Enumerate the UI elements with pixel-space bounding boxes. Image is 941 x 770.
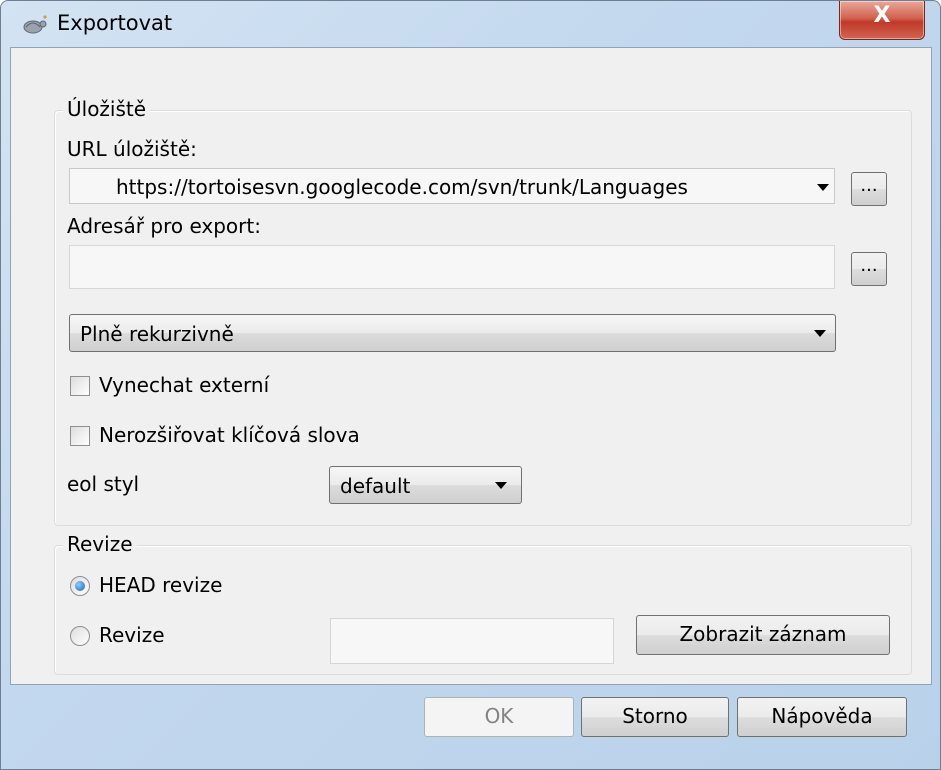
- url-value: https://tortoisesvn.googlecode.com/svn/t…: [116, 175, 688, 199]
- depth-value: Plně rekurzivně: [80, 322, 234, 346]
- window-title: Exportovat: [57, 11, 173, 35]
- close-icon: X: [873, 3, 891, 28]
- depth-dropdown[interactable]: Plně rekurzivně: [69, 314, 836, 352]
- export-dir-label: Adresář pro export:: [67, 214, 261, 238]
- url-combobox[interactable]: https://tortoisesvn.googlecode.com/svn/t…: [69, 168, 835, 204]
- browse-url-button[interactable]: ...: [851, 172, 887, 206]
- revision-group-label: Revize: [63, 532, 137, 556]
- export-dialog: Exportovat X Úložiště URL úložiště: http…: [0, 0, 941, 770]
- repository-group-label: Úložiště: [63, 97, 151, 121]
- omit-externals-checkbox[interactable]: [70, 376, 90, 396]
- dropdown-arrow-icon: [817, 184, 829, 191]
- browse-export-dir-button[interactable]: ...: [851, 252, 887, 286]
- eol-value: default: [340, 474, 411, 498]
- close-button[interactable]: X: [839, 1, 925, 40]
- cancel-button[interactable]: Storno: [581, 697, 729, 737]
- show-log-button[interactable]: Zobrazit záznam: [636, 615, 890, 655]
- ok-button[interactable]: OK: [424, 697, 574, 737]
- specific-revision-label[interactable]: Revize: [99, 623, 165, 647]
- head-revision-radio[interactable]: [70, 576, 90, 596]
- tortoise-icon: [23, 15, 47, 34]
- no-keywords-label[interactable]: Nerozšiřovat klíčová slova: [99, 423, 360, 447]
- dropdown-arrow-icon: [495, 482, 507, 489]
- title-bar[interactable]: Exportovat X: [1, 1, 940, 47]
- no-keywords-checkbox[interactable]: [70, 426, 90, 446]
- specific-revision-radio[interactable]: [70, 626, 90, 646]
- dialog-body: Úložiště URL úložiště: https://tortoises…: [10, 47, 932, 685]
- help-button[interactable]: Nápověda: [737, 697, 907, 737]
- revision-input[interactable]: [330, 618, 614, 664]
- head-revision-label[interactable]: HEAD revize: [99, 573, 222, 597]
- export-dir-input[interactable]: [69, 245, 835, 289]
- eol-label: eol styl: [67, 472, 140, 496]
- dropdown-arrow-icon: [814, 330, 826, 337]
- url-label: URL úložiště:: [67, 137, 197, 161]
- omit-externals-label[interactable]: Vynechat externí: [99, 373, 269, 397]
- eol-dropdown[interactable]: default: [329, 466, 522, 504]
